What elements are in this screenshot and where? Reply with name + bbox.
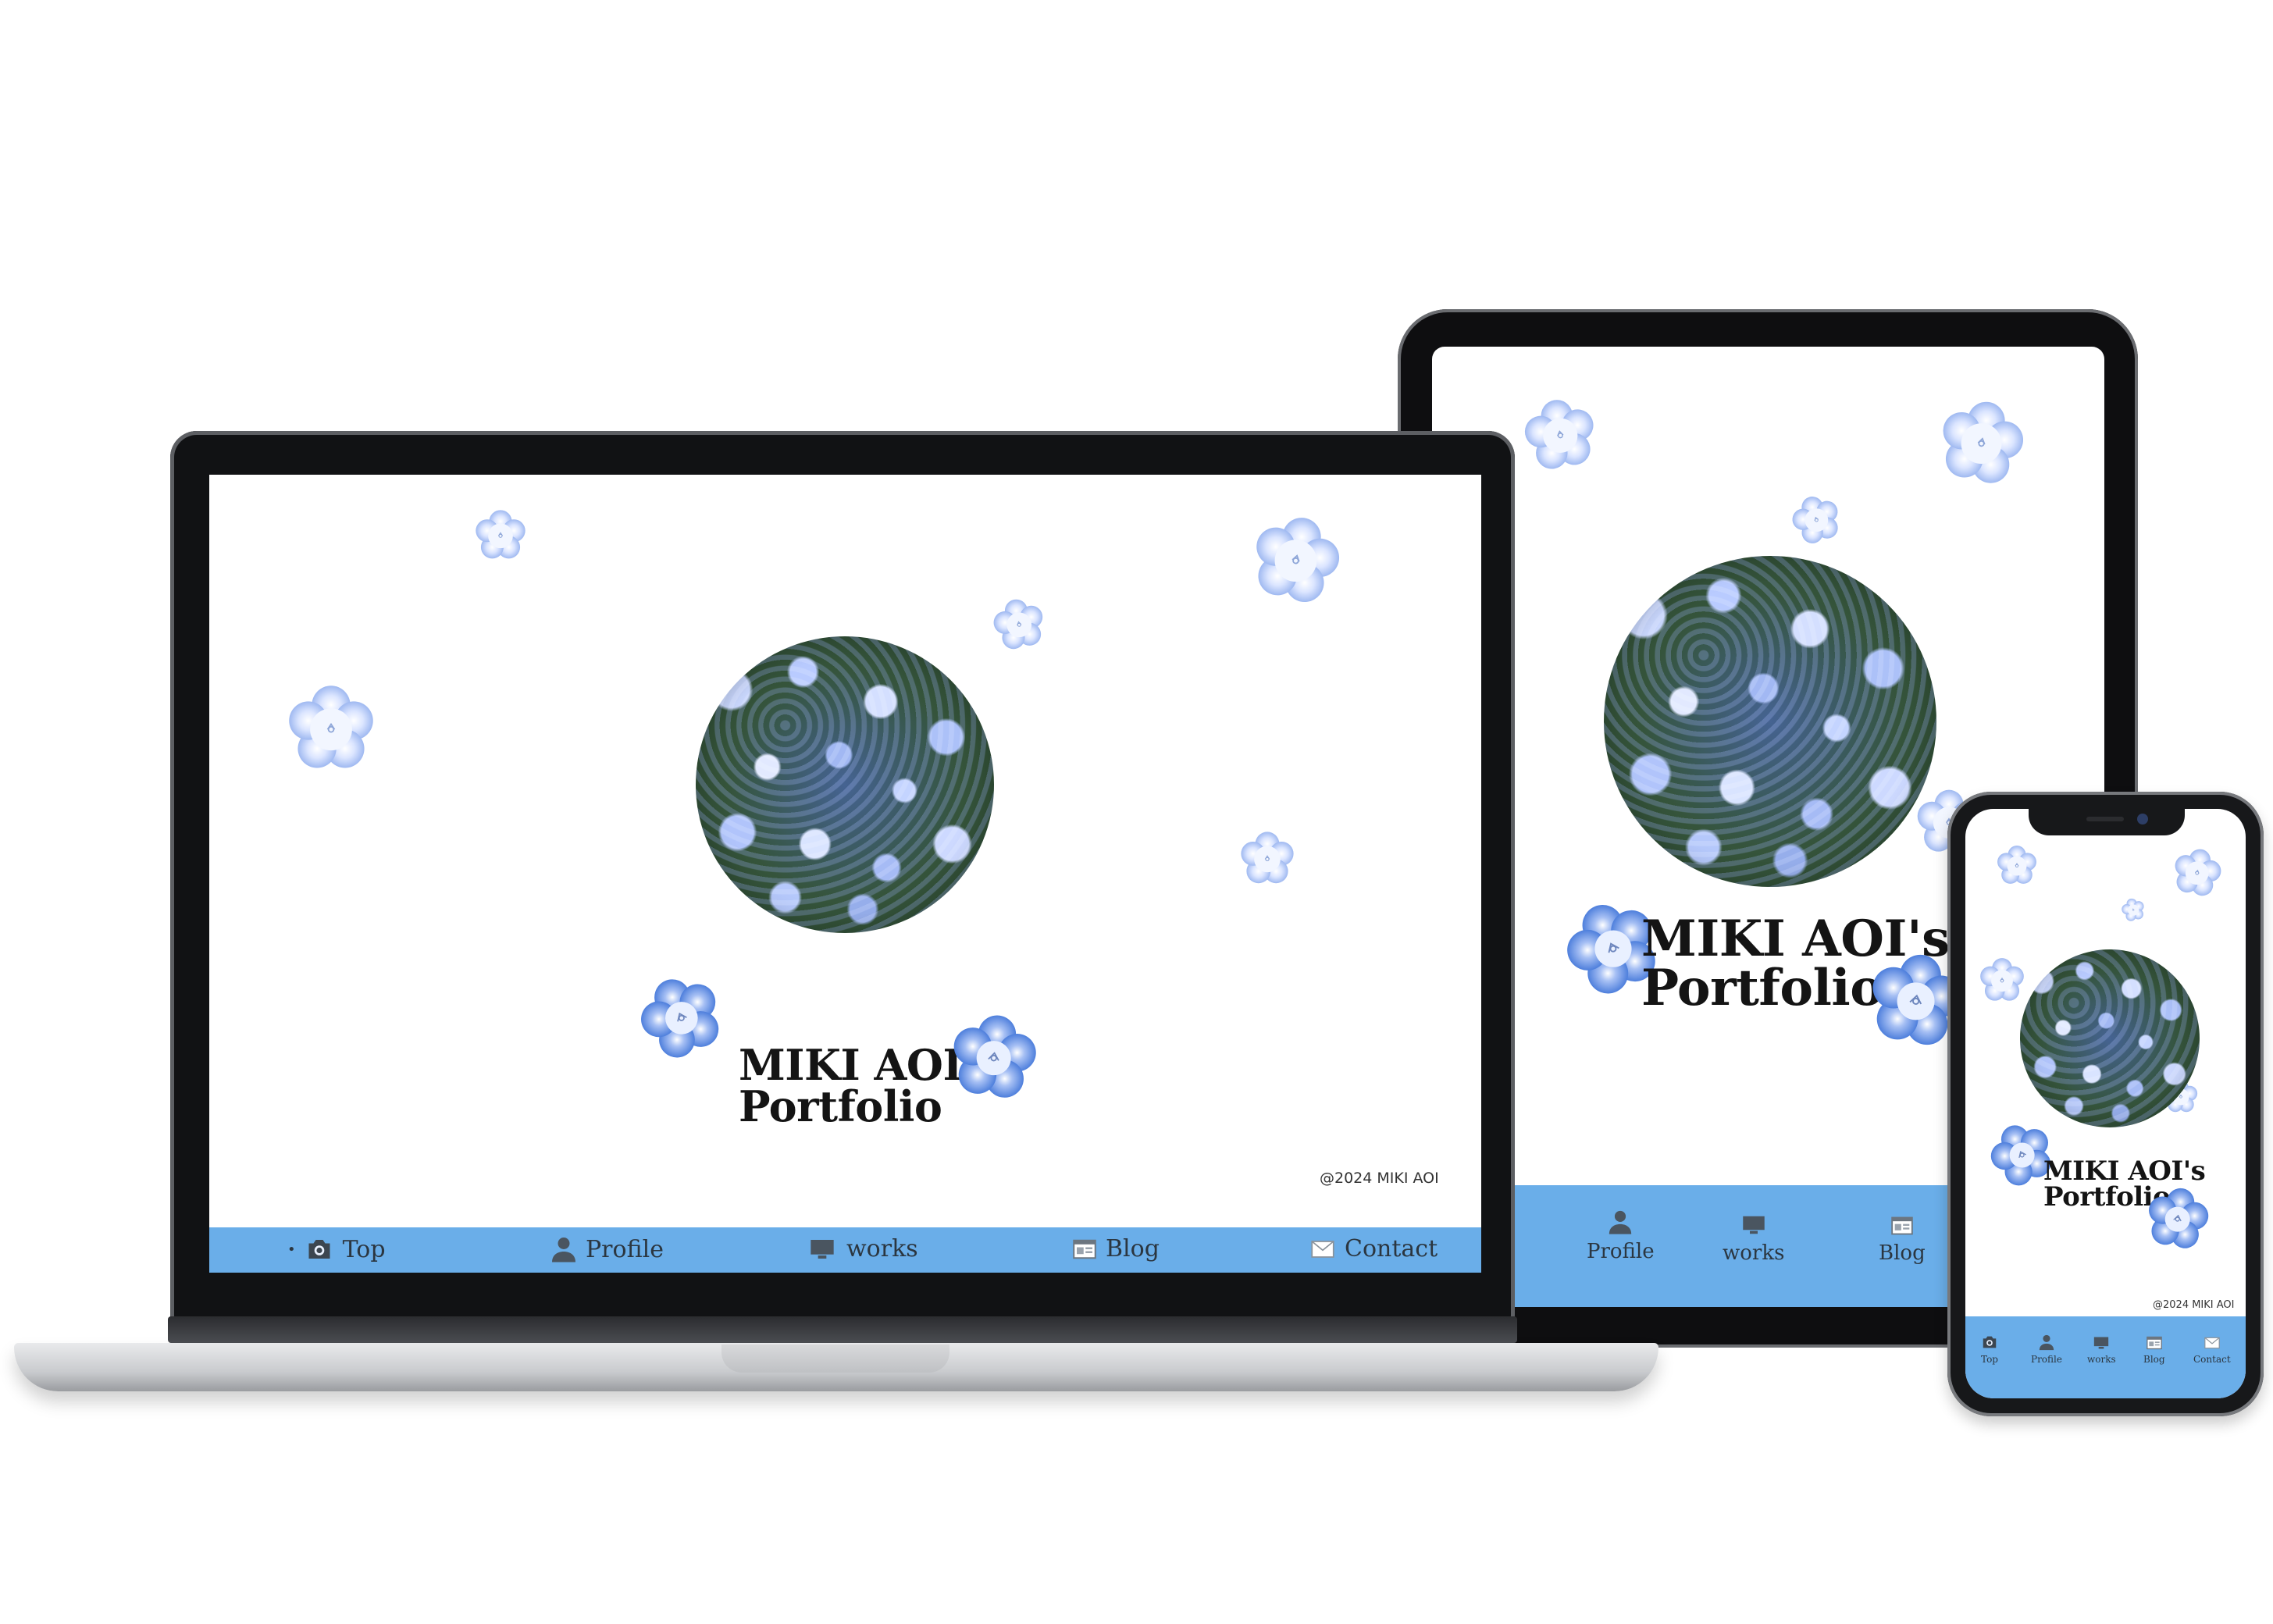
flower-icon [2116,895,2150,924]
flower-icon [1519,393,1602,476]
nav-item-blog[interactable]: Blog [2143,1335,2165,1365]
nav-label-works: works [1723,1241,1785,1265]
flower-icon [1243,506,1349,612]
flower-icon [1979,957,2025,1003]
laptop-screen: MIKI AOI's Portfolio @2024 MIKI AOI • To… [209,475,1481,1273]
flower-icon [627,963,734,1070]
active-dot: • [287,1241,296,1258]
nav-item-works[interactable]: works [806,1235,918,1263]
monitor-icon [1739,1213,1769,1237]
flower-icon [1779,486,1853,552]
phone-speaker [2086,817,2124,821]
nav-label-blog: Blog [1106,1235,1160,1263]
person-icon [1607,1209,1633,1235]
person-icon [550,1235,578,1263]
nav-item-blog[interactable]: Blog [1879,1215,1926,1265]
nav-label-profile: Profile [2031,1354,2062,1365]
nav-item-works[interactable]: works [2087,1335,2116,1365]
phone-nav-bar: Top Profile works Blog Contact [1965,1316,2246,1398]
browser-icon [1068,1238,1101,1261]
person-icon [2038,1334,2055,1351]
laptop-trackpad-notch [721,1344,949,1373]
site-title-line1: MIKI AOI's [2043,1156,2206,1187]
mail-icon [2202,1335,2222,1351]
nav-label-blog: Blog [2143,1354,2165,1365]
nav-label-works: works [846,1235,918,1263]
copyright-text: @2024 MIKI AOI [2153,1299,2235,1311]
nav-item-top[interactable]: Top [1981,1334,1998,1365]
flower-icon [946,1008,1042,1105]
flower-icon [287,684,375,771]
nav-label-works: works [2087,1354,2116,1365]
nav-item-blog[interactable]: Blog [1068,1235,1160,1263]
nav-item-contact[interactable]: Contact [1307,1235,1438,1263]
nav-item-profile[interactable]: Profile [550,1235,664,1263]
flower-icon [2168,843,2226,901]
nav-label-top: Top [342,1235,386,1263]
nav-label-contact: Contact [1345,1235,1438,1263]
camera-icon [305,1235,333,1263]
flower-icon [1240,831,1295,885]
nav-item-works[interactable]: works [1723,1213,1784,1265]
monitor-icon [806,1237,839,1262]
flower-icon [1997,845,2037,885]
flower-icon [2142,1182,2214,1255]
nav-item-contact[interactable]: Contact [2193,1335,2231,1365]
mail-icon [1307,1238,1338,1261]
phone-screen: MIKI AOI's Portfolio @2024 MIKI AOI Top … [1965,809,2246,1398]
nav-item-profile[interactable]: Profile [1587,1209,1655,1263]
flower-icon [1932,392,2032,492]
nav-label-profile: Profile [1587,1240,1655,1263]
hero-flower-image [2020,949,2200,1127]
browser-icon [2144,1335,2164,1351]
hero-flower-image [696,636,994,933]
monitor-icon [2091,1335,2111,1351]
nav-item-profile[interactable]: Profile [2031,1334,2062,1365]
copyright-text: @2024 MIKI AOI [1320,1170,1439,1187]
nav-label-profile: Profile [586,1235,664,1263]
nav-item-top[interactable]: • Top [287,1235,386,1263]
nav-label-blog: Blog [1879,1241,1926,1265]
flower-icon [475,509,526,561]
hero-flower-image [1604,556,1936,887]
nav-label-contact: Contact [2193,1354,2231,1365]
laptop-hinge [168,1316,1517,1343]
laptop-nav-bar: • Top Profile works Blog Contact [209,1227,1481,1273]
camera-lens-icon [2137,814,2148,824]
browser-icon [1886,1215,1918,1237]
camera-icon [1981,1334,1998,1351]
nav-label-top: Top [1981,1354,1998,1365]
